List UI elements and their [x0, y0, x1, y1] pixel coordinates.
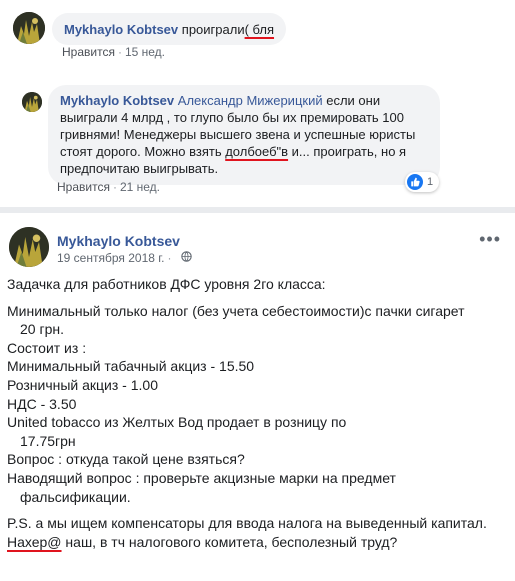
reply-bubble: Mykhaylo Kobtsev Александр Мижерицкий ес… — [48, 85, 440, 185]
post-date: 19 сентября 2018 г. · — [57, 251, 192, 265]
thumbs-up-icon — [407, 174, 423, 190]
avatar-image-icon — [13, 12, 45, 44]
reaction-summary[interactable]: 1 — [405, 172, 440, 192]
post-body: Задачка для работников ДФС уровня 2го кл… — [7, 275, 512, 551]
reply-meta: Нравится · 21 нед. — [57, 180, 160, 194]
post-line: Наводящий вопрос : проверьте акцизные ма… — [7, 469, 396, 486]
post-line: Минимальный табачный акциз - 15.50 — [7, 358, 255, 375]
reply-text-underlined: долбоеб"в — [225, 144, 289, 159]
reaction-count: 1 — [427, 176, 434, 188]
post-line: Минимальный только налог (без учета себе… — [7, 302, 465, 319]
post-last-line: Нахер@ наш, в тч налогового комитета, бе… — [7, 533, 512, 552]
comment-time[interactable]: 15 нед. — [125, 45, 165, 59]
post-line: 20 грн. — [20, 321, 64, 338]
like-link[interactable]: Нравится — [57, 180, 110, 194]
reply-time[interactable]: 21 нед. — [120, 180, 160, 194]
post-line: United tobacco из Желтых Вод продает в р… — [7, 414, 347, 431]
post-line: Состоит из : — [7, 339, 87, 356]
comment-author-link[interactable]: Mykhaylo Kobtsev — [64, 22, 178, 37]
post-line: НДС - 3.50 — [7, 395, 77, 412]
comment-meta: Нравится · 15 нед. — [62, 45, 165, 59]
post-author-avatar[interactable] — [9, 227, 49, 267]
post-line: Задачка для работников ДФС уровня 2го кл… — [7, 276, 326, 292]
post-last-line-rest: наш, в тч налогового комитета, бесполезн… — [61, 533, 398, 550]
meta-separator: · — [112, 180, 117, 194]
reply-avatar[interactable] — [22, 92, 42, 112]
comment-text-underlined: ( бля — [244, 22, 275, 37]
like-link[interactable]: Нравится — [62, 45, 115, 59]
post-date-text[interactable]: 19 сентября 2018 г. — [57, 251, 165, 265]
more-options-icon[interactable]: ••• — [479, 229, 501, 250]
post-line: фальсификации. — [20, 488, 131, 505]
post-author-name[interactable]: Mykhaylo Kobtsev — [57, 233, 180, 249]
reply-mention-link[interactable]: Александр Мижерицкий — [178, 93, 323, 108]
post-line: 17.75грн — [20, 432, 76, 449]
meta-separator: · — [117, 45, 122, 59]
post-line: P.S. а мы ищем компенсаторы для ввода на… — [7, 515, 487, 532]
commenter-avatar[interactable] — [13, 12, 45, 44]
comments-section: Mykhaylo Kobtsev проиграли( бля Нравится… — [0, 0, 515, 210]
comment-bubble: Mykhaylo Kobtsev проиграли( бля — [52, 13, 287, 45]
meta-separator: · — [167, 251, 172, 265]
avatar-image-icon — [22, 92, 42, 112]
post-line: Вопрос : откуда такой цене взяться? — [7, 451, 245, 468]
avatar-image-icon — [9, 227, 49, 267]
comment-text: проиграли — [181, 22, 245, 37]
post-underlined-word: Нахер@ — [7, 533, 62, 550]
globe-icon — [180, 251, 192, 265]
post-line: Розничный акциз - 1.00 — [7, 376, 158, 393]
reply-author-link[interactable]: Mykhaylo Kobtsev — [60, 93, 174, 108]
post-card: Mykhaylo Kobtsev 19 сентября 2018 г. · •… — [0, 213, 515, 581]
